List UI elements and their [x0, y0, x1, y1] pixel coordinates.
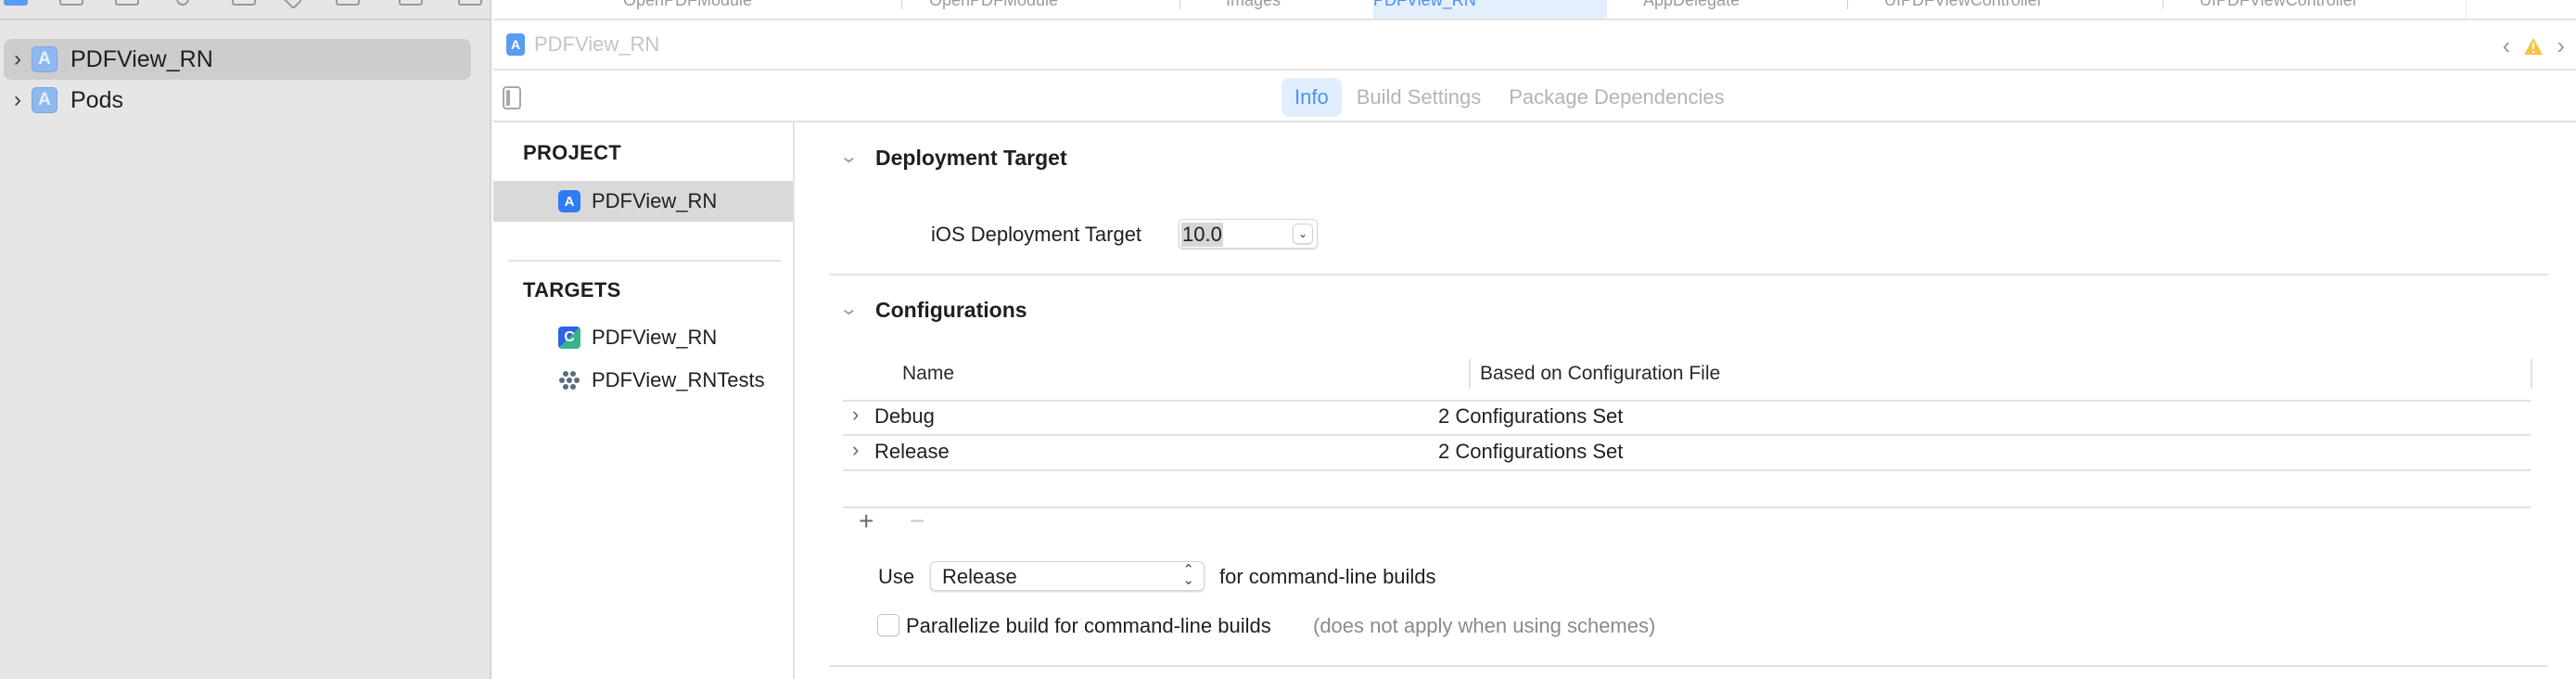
divider [843, 469, 2531, 471]
project-targets-list: PROJECT A PDFView_RN TARGETS C PDFView_R… [493, 122, 795, 679]
navigator-item-pods[interactable]: › A Pods [4, 80, 471, 121]
column-separator[interactable] [1469, 359, 1471, 389]
tab-openpdfmodule-h[interactable]: OpenPDFModule [623, 0, 864, 19]
test-bundle-icon [559, 371, 580, 390]
column-header-name[interactable]: Name [902, 363, 954, 385]
column-header-config-file[interactable]: Based on Configuration File [1480, 363, 1720, 385]
source-control-icon[interactable] [59, 0, 83, 6]
xcode-project-icon: A [506, 33, 525, 56]
tab-package-dependencies[interactable]: Package Dependencies [1496, 78, 1737, 117]
project-navigator: › A PDFView_RN › A Pods [0, 0, 491, 679]
editor-tab-bar: OpenPDFModule OpenPDFModule Images PDFVi… [493, 0, 2576, 20]
jump-bar: A PDFView_RN ‹ › [493, 20, 2576, 70]
target-item-pdfview-rn[interactable]: C PDFView_RN [493, 317, 793, 358]
navigator-item-pdfview-rn[interactable]: › A PDFView_RN [4, 39, 471, 80]
navigator-item-label: Pods [70, 86, 123, 113]
navigator-item-label: PDFView_RN [70, 45, 213, 72]
target-item-label: PDFView_RN [592, 326, 718, 349]
app-target-icon: C [558, 327, 580, 349]
previous-issue-button[interactable]: ‹ [2503, 32, 2511, 60]
ios-deployment-target-combo[interactable]: 10.0 ⌄ [1179, 219, 1318, 249]
project-item-label: PDFView_RN [592, 189, 718, 212]
command-line-builds-label: for command-line builds [1219, 565, 1436, 588]
project-editor-tabs: Info Build Settings Package Dependencies [1282, 78, 1740, 117]
tab-pdfview-rn[interactable]: PDFView_RN [1373, 0, 1607, 19]
tab-build-settings[interactable]: Build Settings [1344, 78, 1495, 117]
chevron-down-icon[interactable]: ⌄ [838, 145, 859, 168]
sidebar-toggle-icon[interactable] [503, 86, 521, 109]
xcode-window: › A PDFView_RN › A Pods OpenPDFModule Op… [0, 0, 2576, 679]
chevron-down-icon[interactable]: ⌄ [838, 297, 859, 320]
tab-info[interactable]: Info [1282, 78, 1342, 117]
parallelize-build-label[interactable]: Parallelize build for command-line build… [906, 614, 1271, 638]
divider [508, 260, 781, 262]
next-issue-button[interactable]: › [2557, 32, 2565, 60]
project-info-editor: ⌄ Deployment Target iOS Deployment Targe… [797, 122, 2576, 679]
divider [843, 506, 2531, 508]
test-icon[interactable] [281, 0, 303, 10]
configuration-row-release[interactable]: › Release 2 Configurations Set [843, 436, 2531, 469]
chevron-right-icon[interactable]: › [852, 403, 859, 427]
column-separator[interactable] [2531, 359, 2532, 389]
use-label: Use [878, 565, 915, 588]
xcode-project-icon: A [32, 46, 57, 72]
symbol-icon[interactable] [115, 0, 139, 6]
tab-uipdfviewcontroller-h[interactable]: UIPDFViewController [1884, 0, 2162, 19]
chevron-right-icon[interactable]: › [4, 87, 32, 113]
navigator-toolbar [0, 0, 491, 20]
divider [830, 274, 2548, 275]
project-item-pdfview-rn[interactable]: A PDFView_RN [493, 181, 793, 222]
targets-section-header: TARGETS [523, 278, 621, 301]
xcode-project-icon: A [558, 190, 580, 212]
debug-icon[interactable] [336, 0, 360, 6]
grid-icon[interactable] [503, 0, 521, 19]
deployment-target-header: Deployment Target [875, 146, 1067, 170]
configuration-name: Release [874, 440, 950, 463]
up-down-chevron-icon: ⌃ ⌄ [1182, 562, 1194, 588]
tab-images[interactable]: Images [1226, 0, 1365, 19]
find-icon[interactable] [176, 0, 189, 6]
target-item-pdfview-rntests[interactable]: PDFView_RNTests [493, 360, 793, 401]
chevron-right-icon[interactable]: › [852, 438, 859, 462]
breadcrumb-project[interactable]: PDFView_RN [534, 32, 659, 57]
configuration-row-debug[interactable]: › Debug 2 Configurations Set [843, 401, 2531, 434]
report-icon[interactable] [458, 0, 482, 6]
xcode-project-icon: A [32, 87, 57, 113]
remove-configuration-button[interactable]: − [910, 506, 925, 536]
divider [830, 665, 2548, 667]
tab-appdelegate[interactable]: AppDelegate [1643, 0, 1847, 19]
add-configuration-button[interactable]: + [859, 506, 874, 536]
tab-openpdfmodule-m[interactable]: OpenPDFModule [929, 0, 1170, 19]
configuration-name: Debug [874, 404, 935, 428]
warning-icon[interactable] [2523, 37, 2544, 56]
editor-segment-bar: Info Build Settings Package Dependencies [493, 70, 2576, 122]
chevron-down-icon[interactable]: ⌄ [1293, 224, 1313, 244]
configuration-file[interactable]: 2 Configurations Set [1438, 404, 1623, 429]
issue-icon[interactable] [232, 0, 256, 6]
ios-deployment-target-value[interactable]: 10.0 [1181, 223, 1223, 247]
chevron-right-icon[interactable]: › [4, 46, 32, 72]
configurations-header: Configurations [875, 298, 1027, 322]
breakpoint-icon[interactable] [399, 0, 423, 6]
folder-icon[interactable] [4, 0, 28, 6]
target-item-label: PDFView_RNTests [592, 368, 765, 391]
project-section-header: PROJECT [523, 141, 622, 164]
command-line-config-select[interactable]: Release ⌃ ⌄ [930, 561, 1205, 591]
parallelize-build-note: (does not apply when using schemes) [1313, 614, 1656, 637]
command-line-config-value: Release [942, 565, 1017, 588]
ios-deployment-target-label: iOS Deployment Target [931, 223, 1142, 246]
issue-navigation: ‹ › [2503, 32, 2565, 60]
configuration-file[interactable]: 2 Configurations Set [1438, 440, 1623, 464]
parallelize-build-checkbox[interactable] [877, 614, 899, 636]
tab-uipdfviewcontroller-m[interactable]: UIPDFViewController [2200, 0, 2478, 19]
